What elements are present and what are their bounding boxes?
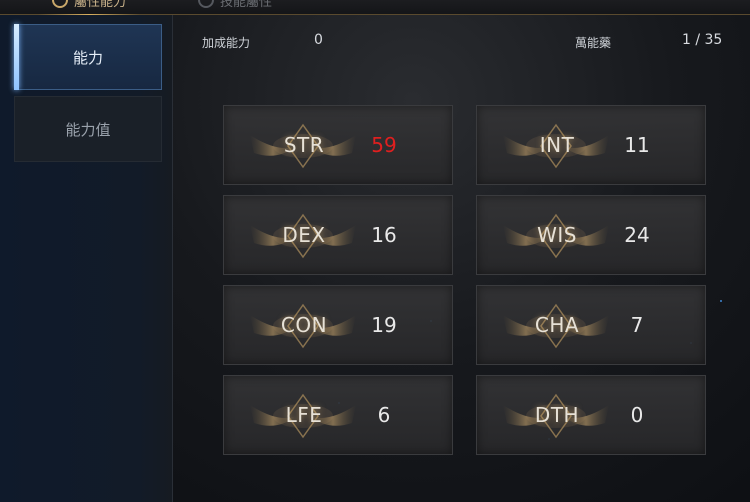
stat-card: CHA 7	[476, 285, 706, 365]
sidebar-item-label: 能力	[72, 48, 103, 67]
sidebar-item-ability[interactable]: 能力	[14, 24, 162, 90]
stat-card: INT 11	[476, 105, 706, 185]
stat-name: DEX	[282, 223, 326, 247]
stat-name: WIS	[537, 223, 577, 247]
stat-value: 24	[624, 223, 650, 247]
sidebar-item-label: 能力值	[65, 120, 111, 139]
tab-label: 技能屬性	[220, 0, 273, 10]
sidebar-item-ability-value[interactable]: 能力值	[14, 96, 162, 162]
bonus-ability-value: 0	[314, 32, 323, 48]
stat-card: DTH 0	[476, 375, 706, 455]
stat-card: CON 19	[223, 285, 453, 365]
stat-value: 7	[630, 313, 644, 337]
tab-skill-attributes[interactable]: 技能屬性	[198, 0, 272, 10]
emblem-icon	[52, 0, 68, 8]
stat-value: 59	[371, 133, 397, 157]
stat-name: CON	[280, 313, 328, 337]
stat-value: 16	[371, 223, 397, 247]
stat-card: LFE 6	[223, 375, 453, 455]
background-star	[720, 300, 722, 302]
stat-value: 0	[630, 403, 644, 427]
stat-value: 6	[377, 403, 391, 427]
elixir-label: 萬能藥	[575, 36, 612, 50]
stat-value: 11	[624, 133, 650, 157]
stat-name: STR	[283, 133, 325, 157]
gear-icon	[198, 0, 214, 8]
tab-attributes[interactable]: 屬性能力	[37, 0, 141, 16]
stat-name: CHA	[534, 313, 580, 337]
sidebar: 能力 能力值	[0, 15, 173, 502]
top-tab-bar: 屬性能力 技能屬性	[0, 0, 750, 16]
stat-card: STR 59	[223, 105, 453, 185]
stat-name: DTH	[534, 403, 580, 427]
stat-card: DEX 16	[223, 195, 453, 275]
stat-value: 19	[371, 313, 397, 337]
bonus-ability-label: 加成能力	[202, 36, 251, 50]
tab-label: 屬性能力	[74, 0, 127, 10]
stat-name: LFE	[285, 403, 323, 427]
stat-name: INT	[539, 133, 575, 157]
stat-card: WIS 24	[476, 195, 706, 275]
elixir-count: 1 / 35	[682, 32, 723, 48]
